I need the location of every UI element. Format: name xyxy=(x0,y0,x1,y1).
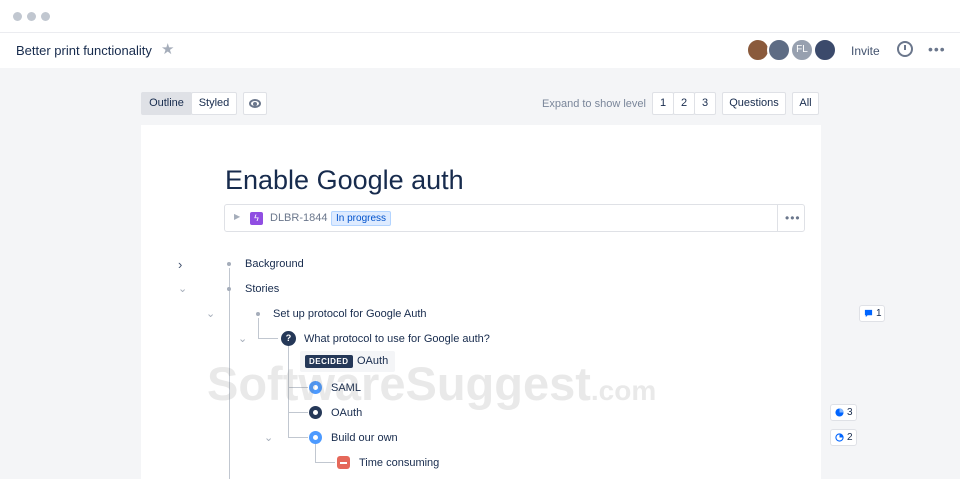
window-maximize-dot[interactable] xyxy=(41,12,50,21)
option-radio-icon[interactable] xyxy=(309,431,322,444)
outline-item-story[interactable]: Set up protocol for Google Auth xyxy=(273,308,427,320)
issue-more-icon[interactable]: ••• xyxy=(785,211,801,225)
document-title: Better print functionality xyxy=(16,43,152,58)
window-close-dot[interactable] xyxy=(13,12,22,21)
star-icon[interactable]: ★ xyxy=(161,40,174,58)
issue-expand-icon[interactable]: ▶ xyxy=(234,212,240,221)
outline-item-option[interactable]: Build our own xyxy=(331,432,398,444)
chevron-down-icon[interactable]: ⌄ xyxy=(238,332,247,345)
question-icon: ? xyxy=(281,331,296,346)
bullet-icon xyxy=(256,312,260,316)
outline-view-button[interactable]: Outline xyxy=(141,92,192,115)
styled-view-button[interactable]: Styled xyxy=(191,92,237,115)
history-icon[interactable] xyxy=(897,41,913,57)
comment-icon xyxy=(864,309,873,318)
page-header: Better print functionality ★ FL Invite •… xyxy=(0,33,960,68)
watermark-main: SoftwareSuggest xyxy=(207,357,591,410)
progress-count-badge[interactable]: 2 xyxy=(830,429,857,446)
issue-key[interactable]: DLBR-1844 xyxy=(270,212,327,224)
lightning-icon: ϟ xyxy=(250,212,263,225)
outline-item-stories[interactable]: Stories xyxy=(245,283,279,295)
window-minimize-dot[interactable] xyxy=(27,12,36,21)
vote-count-badge[interactable]: 3 xyxy=(830,404,857,421)
avatar[interactable] xyxy=(767,38,791,62)
chevron-down-icon[interactable]: ⌄ xyxy=(178,282,187,295)
comment-count: 1 xyxy=(876,308,882,319)
preview-button[interactable] xyxy=(243,92,267,115)
level-2-button[interactable]: 2 xyxy=(673,92,695,115)
outline-item-question[interactable]: What protocol to use for Google auth? xyxy=(304,333,490,345)
chevron-right-icon[interactable]: › xyxy=(178,257,182,272)
eye-icon xyxy=(249,99,261,108)
bullet-icon xyxy=(227,287,231,291)
tree-line xyxy=(258,318,259,339)
chevron-down-icon[interactable]: ⌄ xyxy=(206,307,215,320)
divider xyxy=(777,205,778,231)
tree-line xyxy=(288,412,308,413)
all-levels-button[interactable]: All xyxy=(792,92,819,115)
watermark: SoftwareSuggest.com xyxy=(207,356,656,411)
outline-item-background[interactable]: Background xyxy=(245,258,304,270)
level-3-button[interactable]: 3 xyxy=(694,92,716,115)
tree-line xyxy=(288,437,308,438)
tree-line xyxy=(258,338,278,339)
page-title: Enable Google auth xyxy=(225,165,464,195)
watermark-suffix: .com xyxy=(590,375,657,406)
con-icon xyxy=(337,456,350,469)
document-page: Enable Google auth ▶ ϟ DLBR-1844 In prog… xyxy=(141,125,821,479)
status-badge: In progress xyxy=(331,211,392,226)
pie-icon xyxy=(835,408,844,417)
level-1-button[interactable]: 1 xyxy=(652,92,674,115)
avatar[interactable] xyxy=(813,38,837,62)
jira-issue-card[interactable]: ▶ ϟ DLBR-1844 In progress ••• xyxy=(224,204,805,232)
tree-line xyxy=(315,462,335,463)
avatar[interactable]: FL xyxy=(790,38,814,62)
progress-count: 2 xyxy=(847,432,853,443)
bullet-icon xyxy=(227,262,231,266)
chevron-down-icon[interactable]: ⌄ xyxy=(264,431,273,444)
progress-icon xyxy=(835,433,844,442)
expand-level-label: Expand to show level xyxy=(542,98,646,110)
vote-count: 3 xyxy=(847,407,853,418)
comment-count-badge[interactable]: 1 xyxy=(859,305,885,322)
outline-item-con[interactable]: Time consuming xyxy=(359,457,439,469)
window-titlebar xyxy=(0,0,960,33)
tree-line xyxy=(315,444,316,462)
invite-button[interactable]: Invite xyxy=(851,44,880,58)
more-icon[interactable]: ••• xyxy=(928,41,946,57)
questions-button[interactable]: Questions xyxy=(722,92,786,115)
